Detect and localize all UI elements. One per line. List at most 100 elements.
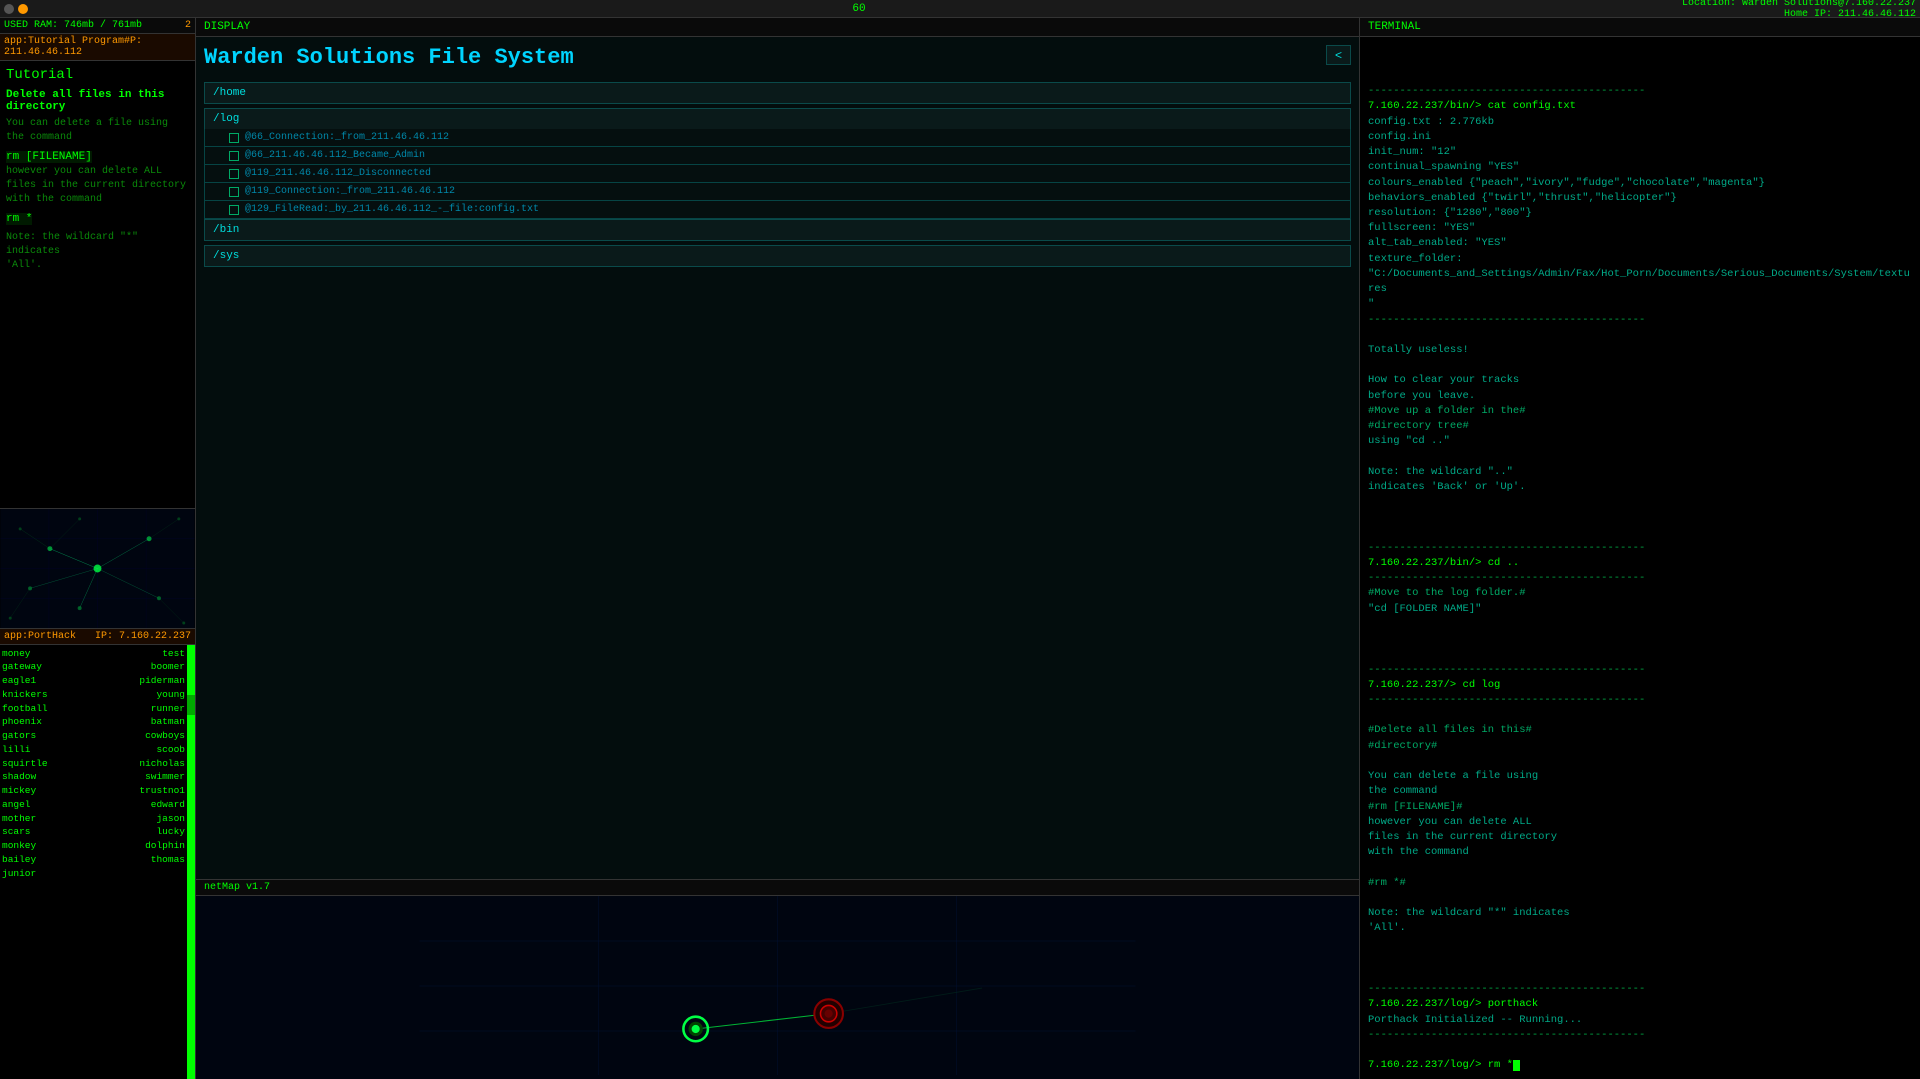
terminal-line: #Move to the log folder.#	[1368, 586, 1912, 601]
terminal-label: TERMINAL	[1368, 21, 1421, 33]
fs-file[interactable]: @119_Connection:_from_211.46.46.112	[204, 183, 1351, 201]
fs-folder[interactable]: /sys	[204, 245, 1351, 267]
terminal-line: config.txt : 2.776kb	[1368, 115, 1912, 130]
terminal-line	[1368, 617, 1912, 632]
app-bar: app:Tutorial Program#P: 211.46.46.112	[0, 34, 195, 61]
tutorial-text-1: You can delete a file usingthe command	[6, 117, 189, 145]
pw-right-item: piderman	[96, 674, 186, 688]
terminal-line: #Delete all files in this#	[1368, 723, 1912, 738]
fs-file[interactable]: @66_Connection:_from_211.46.46.112	[204, 129, 1351, 147]
top-bar: 60 Location: Warden Solutions@7.160.22.2…	[0, 0, 1920, 18]
terminal-line	[1368, 952, 1912, 967]
netmap-section: netMap v1.7	[196, 879, 1359, 1079]
terminal-line	[1368, 1043, 1912, 1058]
terminal-line: #directory#	[1368, 739, 1912, 754]
terminal-line: #directory tree#	[1368, 419, 1912, 434]
pw-left-item: lilli	[2, 743, 92, 757]
pw-right-item: runner	[96, 702, 186, 716]
terminal-line: ----------------------------------------…	[1368, 693, 1912, 708]
pw-left-item: mother	[2, 812, 92, 826]
middle-panel: DISPLAY Warden Solutions File System < /…	[196, 18, 1360, 1079]
netmap-canvas	[196, 896, 1359, 1075]
pw-right-item: young	[96, 688, 186, 702]
terminal-line: continual_spawning "YES"	[1368, 160, 1912, 175]
top-count: 60	[36, 3, 1682, 15]
terminal-line: Note: the wildcard ".."	[1368, 465, 1912, 480]
terminal-line: resolution: {"1280","800"}	[1368, 206, 1912, 221]
pw-right-item: nicholas	[96, 757, 186, 771]
terminal-line	[1368, 860, 1912, 875]
fs-folder[interactable]: /bin	[204, 219, 1351, 241]
netmap-svg	[196, 896, 1359, 1075]
icon-circle-2	[18, 4, 28, 14]
terminal-line: before you leave.	[1368, 389, 1912, 404]
terminal-line: ----------------------------------------…	[1368, 313, 1912, 328]
pw-left-item: scars	[2, 825, 92, 839]
terminal-line: files in the current directory	[1368, 830, 1912, 845]
pw-right-item: lucky	[96, 825, 186, 839]
fs-folder[interactable]: /home	[204, 82, 1351, 104]
fs-file[interactable]: @129_FileRead:_by_211.46.46.112_-_file:c…	[204, 201, 1351, 219]
pw-left-item: shadow	[2, 770, 92, 784]
right-panel: TERMINAL #Navigate to the "bin" folder##…	[1360, 18, 1920, 1079]
pw-left-item: squirtle	[2, 757, 92, 771]
port-label: app:PortHack	[4, 631, 76, 642]
fs-folder[interactable]: /log	[204, 108, 1351, 129]
file-name: @66_211.46.46.112_Became_Admin	[245, 150, 425, 161]
port-ip: IP: 7.160.22.237	[95, 631, 191, 642]
display-header: DISPLAY	[196, 18, 1359, 37]
ram-section: USED RAM: 746mb / 761mb 2	[0, 18, 195, 34]
tutorial-section: Tutorial Delete all files in this direct…	[0, 61, 195, 509]
terminal-line: behaviors_enabled {"twirl","thrust","hel…	[1368, 191, 1912, 206]
pw-right-item: edward	[96, 798, 186, 812]
ram-label: USED RAM: 746mb / 761mb	[4, 20, 142, 31]
terminal-line	[1368, 495, 1912, 510]
terminal-line: "cd [FOLDER NAME]"	[1368, 602, 1912, 617]
terminal-line: 7.160.22.237/bin/> cat config.txt	[1368, 99, 1912, 114]
pw-left-item: phoenix	[2, 715, 92, 729]
terminal-line: alt_tab_enabled: "YES"	[1368, 236, 1912, 251]
fs-file[interactable]: @66_211.46.46.112_Became_Admin	[204, 147, 1351, 165]
file-system-area[interactable]: Warden Solutions File System < /home/log…	[196, 37, 1359, 879]
file-name: @66_Connection:_from_211.46.46.112	[245, 132, 449, 143]
terminal-line: using "cd .."	[1368, 434, 1912, 449]
main-layout: USED RAM: 746mb / 761mb 2 app:Tutorial P…	[0, 18, 1920, 1079]
tutorial-text-2: however you can delete ALLfiles in the c…	[6, 165, 189, 207]
terminal-line: with the command	[1368, 845, 1912, 860]
terminal-body[interactable]: #Navigate to the "bin" folder##(Binaries…	[1360, 37, 1920, 1079]
terminal-line	[1368, 708, 1912, 723]
terminal-line: Totally useless!	[1368, 343, 1912, 358]
location-text: Location: Warden Solutions@7.160.22.237	[1682, 0, 1916, 9]
terminal-line	[1368, 510, 1912, 525]
pw-left-item: football	[2, 702, 92, 716]
terminal-line: colours_enabled {"peach","ivory","fudge"…	[1368, 176, 1912, 191]
top-right-info: Location: Warden Solutions@7.160.22.237 …	[1682, 0, 1916, 20]
terminal-line: #rm [FILENAME]#	[1368, 800, 1912, 815]
file-name: @129_FileRead:_by_211.46.46.112_-_file:c…	[245, 204, 539, 215]
back-button[interactable]: <	[1326, 45, 1351, 65]
terminal-line	[1368, 632, 1912, 647]
scrollbar-thumb[interactable]	[187, 695, 195, 715]
terminal-line: #rm *#	[1368, 876, 1912, 891]
terminal-line: ----------------------------------------…	[1368, 1028, 1912, 1043]
pw-right-item: dolphin	[96, 839, 186, 853]
terminal-header: TERMINAL	[1360, 18, 1920, 37]
ram-count: 2	[185, 20, 191, 31]
terminal-line: init_num: "12"	[1368, 145, 1912, 160]
terminal-line	[1368, 358, 1912, 373]
scroll-bar[interactable]	[187, 645, 195, 1079]
terminal-line	[1368, 328, 1912, 343]
tutorial-title: Tutorial	[6, 67, 189, 83]
file-icon	[229, 133, 239, 143]
terminal-line	[1368, 39, 1912, 54]
terminal-line: You can delete a file using	[1368, 769, 1912, 784]
terminal-line	[1368, 54, 1912, 69]
terminal-line	[1368, 450, 1912, 465]
display-label: DISPLAY	[204, 21, 250, 33]
terminal-line: fullscreen: "YES"	[1368, 221, 1912, 236]
pw-right-col: testboomerpidermanyoungrunnerbatmancowbo…	[94, 645, 188, 1079]
fs-file[interactable]: @119_211.46.46.112_Disconnected	[204, 165, 1351, 183]
terminal-line: #Move up a folder in the#	[1368, 404, 1912, 419]
tutorial-cmd-1: rm [FILENAME]	[6, 151, 92, 163]
terminal-line: 7.160.22.237/log/> rm *	[1368, 1058, 1912, 1073]
